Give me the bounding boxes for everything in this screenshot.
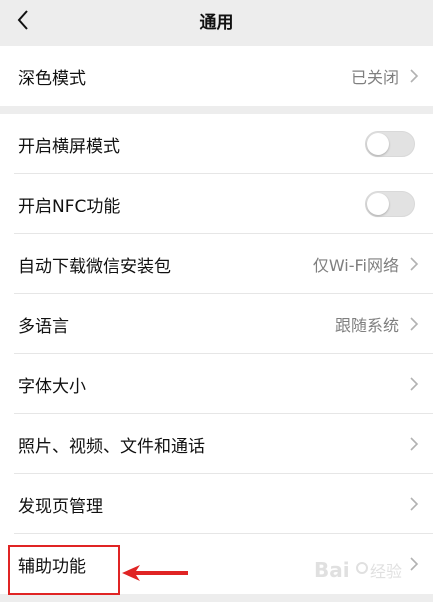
language-label: 多语言 — [18, 316, 69, 337]
svg-text:Bai: Bai — [314, 558, 350, 582]
toggle-knob — [367, 133, 389, 155]
dark-mode-group: 深色模式 已关闭 — [0, 46, 433, 106]
landscape-mode-row: 开启横屏模式 — [0, 114, 433, 174]
arrow-left-icon — [122, 565, 188, 581]
dark-mode-row[interactable]: 深色模式 已关闭 — [0, 46, 433, 106]
baidu-watermark-logo: Bai 经验 — [314, 558, 402, 582]
nfc-label: 开启NFC功能 — [18, 196, 121, 217]
language-row[interactable]: 多语言 跟随系统 — [0, 294, 433, 354]
discover-row[interactable]: 发现页管理 — [0, 474, 433, 534]
highlight-box — [8, 545, 120, 595]
font-size-label: 字体大小 — [18, 376, 86, 397]
auto-download-label: 自动下载微信安装包 — [18, 256, 171, 277]
font-size-row[interactable]: 字体大小 — [0, 354, 433, 414]
toggle-knob — [367, 193, 389, 215]
chevron-right-icon — [410, 437, 419, 451]
top-bar: 通用 — [0, 0, 433, 40]
discover-label: 发现页管理 — [18, 496, 103, 517]
landscape-mode-toggle[interactable] — [365, 131, 415, 157]
chevron-right-icon — [410, 377, 419, 391]
language-value: 跟随系统 — [334, 316, 399, 335]
media-row[interactable]: 照片、视频、文件和通话 — [0, 414, 433, 474]
dark-mode-value: 已关闭 — [350, 68, 399, 87]
page-title: 通用 — [199, 13, 234, 33]
landscape-mode-label: 开启横屏模式 — [18, 136, 120, 157]
nfc-toggle[interactable] — [365, 191, 415, 217]
svg-text:经验: 经验 — [370, 562, 402, 581]
media-label: 照片、视频、文件和通话 — [18, 436, 205, 457]
chevron-right-icon — [410, 257, 419, 271]
chevron-right-icon — [410, 69, 419, 83]
chevron-right-icon — [410, 497, 419, 511]
auto-download-row[interactable]: 自动下载微信安装包 仅Wi-Fi网络 — [0, 234, 433, 294]
chevron-right-icon — [410, 317, 419, 331]
auto-download-value: 仅Wi-Fi网络 — [312, 256, 399, 275]
nfc-row: 开启NFC功能 — [0, 174, 433, 234]
dark-mode-label: 深色模式 — [18, 68, 86, 89]
general-settings-group: 开启横屏模式 开启NFC功能 自动下载微信安装包 仅Wi-Fi网络 多语言 跟随… — [0, 114, 433, 594]
